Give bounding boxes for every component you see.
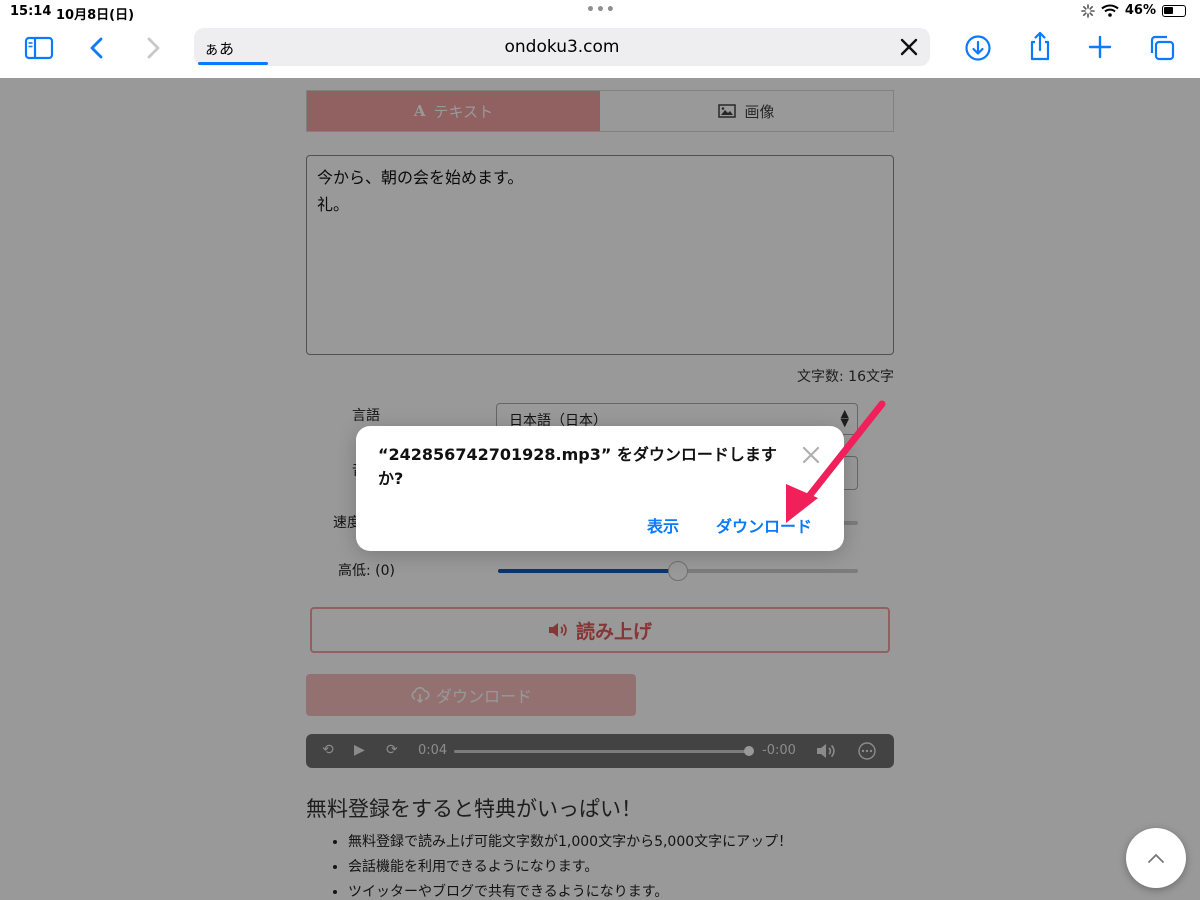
annotation-arrow xyxy=(786,400,886,523)
